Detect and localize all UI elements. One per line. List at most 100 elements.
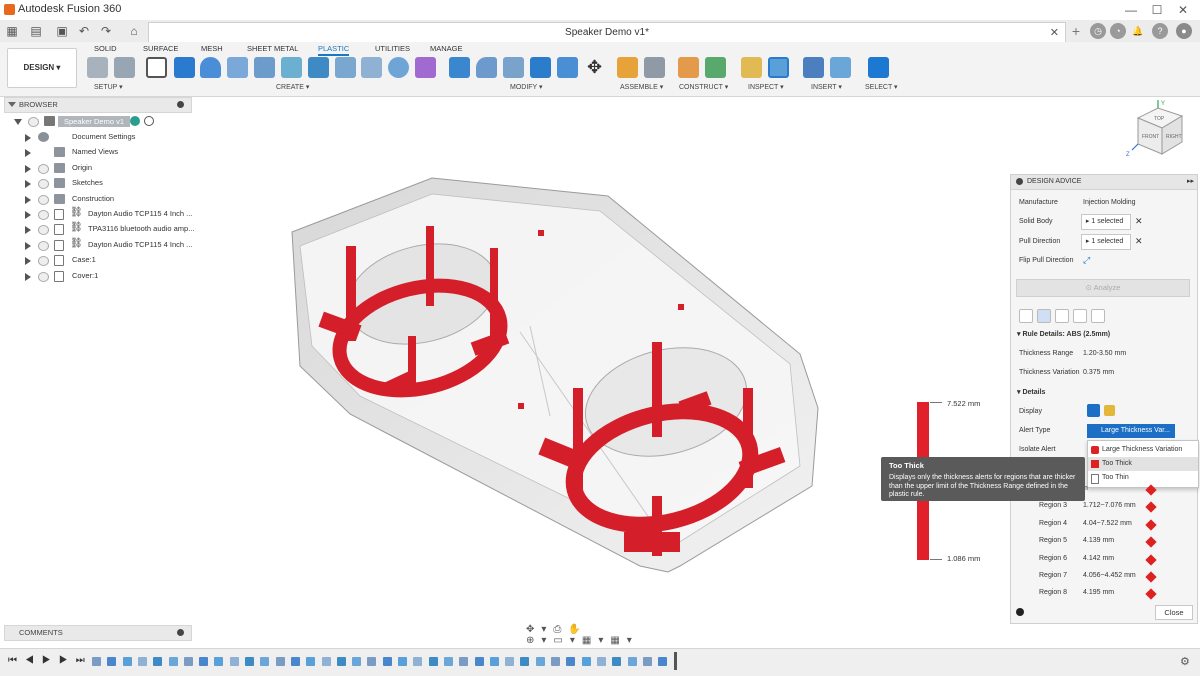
browser-item[interactable]: Cover:1 [0, 269, 200, 284]
timeline-feature-icon[interactable] [229, 657, 239, 666]
flip-icon[interactable]: ⤢ [1083, 255, 1090, 266]
region-name[interactable]: Region 8 [1039, 589, 1067, 596]
help-icon[interactable]: ? [1152, 23, 1168, 39]
alert-type-select[interactable]: Large Thickness Var... ▾ [1087, 424, 1175, 448]
plastic-rules-icon[interactable] [87, 57, 108, 78]
sweep-icon[interactable] [227, 57, 248, 78]
timeline-feature-icon[interactable] [612, 657, 622, 666]
file-icon[interactable]: ▤ [28, 23, 44, 39]
pin-icon[interactable] [1016, 178, 1023, 185]
info-icon[interactable] [1016, 608, 1024, 616]
alert-icon[interactable] [1145, 588, 1157, 601]
timeline-feature-icon[interactable] [245, 657, 254, 666]
group-setup[interactable]: SETUP ▾ [94, 83, 123, 91]
close-window-icon[interactable]: ✕ [1170, 2, 1196, 18]
timeline-feature-icon[interactable] [581, 657, 591, 666]
undercut-tab-icon[interactable] [1073, 309, 1087, 323]
tab-surface[interactable]: SURFACE [143, 44, 178, 53]
eye-icon[interactable] [38, 163, 49, 174]
region-name[interactable]: Region 3 [1039, 502, 1067, 509]
timeline-feature-icon[interactable] [290, 657, 300, 666]
group-modify[interactable]: MODIFY ▾ [510, 83, 543, 91]
group-select[interactable]: SELECT ▾ [865, 83, 898, 91]
combine-icon[interactable] [530, 57, 551, 78]
timeline-feature-icon[interactable] [459, 657, 469, 666]
navigation-bar[interactable]: ✥▾⎙✋⊕▾▭▾▦▾▦▾ [526, 624, 676, 646]
timeline-feature-icon[interactable] [306, 657, 316, 666]
tab-plastic[interactable]: PLASTIC [318, 44, 350, 56]
extrude-icon[interactable] [174, 57, 195, 78]
timeline-settings-icon[interactable]: ⚙ [1180, 655, 1190, 668]
tab-mesh[interactable]: MESH [201, 44, 223, 53]
insert-image-icon[interactable] [830, 57, 851, 78]
measure-icon[interactable] [741, 57, 762, 78]
timeline-feature-icon[interactable] [428, 657, 438, 666]
maximize-icon[interactable]: ☐ [1144, 2, 1170, 18]
timeline-feature-icon[interactable] [474, 657, 484, 666]
rules-tab-icon[interactable] [1091, 309, 1105, 323]
extensions-icon[interactable]: ◷ [1090, 23, 1106, 39]
timeline-feature-icon[interactable] [413, 657, 423, 666]
region-name[interactable]: Region 5 [1039, 537, 1067, 544]
timeline-feature-icon[interactable] [398, 657, 407, 666]
alert-icon[interactable] [1145, 571, 1157, 583]
timeline-feature-icon[interactable] [367, 657, 377, 666]
timeline-feature-icon[interactable] [92, 657, 101, 666]
timeline-feature-icon[interactable] [183, 657, 193, 666]
list-tab-icon[interactable] [1019, 309, 1033, 323]
solid-body-selector[interactable]: ▸ 1 selected [1081, 214, 1131, 230]
browser-item[interactable]: Origin [0, 161, 200, 176]
timeline-feature-icon[interactable] [382, 657, 392, 666]
timeline-feature-icon[interactable] [260, 657, 270, 666]
split-icon[interactable] [557, 57, 578, 78]
offset-plane-icon[interactable] [678, 57, 699, 78]
document-tab[interactable]: Speaker Demo v1* ✕ [148, 22, 1066, 43]
insert-icon[interactable] [803, 57, 824, 78]
material-icon[interactable] [114, 57, 135, 78]
press-pull-icon[interactable] [449, 57, 470, 78]
timeline-feature-icon[interactable] [122, 657, 132, 666]
comments-panel[interactable]: COMMENTS [4, 625, 192, 641]
avatar[interactable]: ● [1176, 23, 1192, 39]
group-assemble[interactable]: ASSEMBLE ▾ [620, 83, 663, 91]
alert-icon[interactable] [1145, 536, 1157, 548]
grid-menu-icon[interactable]: ▦ [4, 23, 20, 39]
timeline-feature-icon[interactable] [551, 657, 560, 666]
snap-fit-icon[interactable] [335, 57, 356, 78]
activate-icon[interactable] [144, 116, 154, 126]
timeline-feature-icon[interactable] [489, 657, 499, 666]
option-too-thick[interactable]: Too Thick [1088, 457, 1198, 471]
analyze-button[interactable]: ⊙ Analyze [1016, 279, 1190, 297]
eye-icon[interactable] [38, 194, 49, 205]
timeline-feature-icon[interactable] [137, 657, 147, 666]
undo-icon[interactable]: ↶ [76, 23, 92, 39]
rib-icon[interactable] [281, 57, 302, 78]
revolve-icon[interactable] [200, 57, 221, 78]
panel-header[interactable]: DESIGN ADVICE ▸▸ [1011, 175, 1197, 190]
timeline-feature-icon[interactable] [627, 657, 637, 666]
browser-item[interactable]: ⛓ Dayton Audio TCP115 4 Inch ... [0, 207, 200, 222]
tab-sheet-metal[interactable]: SHEET METAL [247, 44, 298, 53]
alert-icon[interactable] [1145, 501, 1157, 514]
timeline-feature-icon[interactable] [214, 657, 224, 666]
timeline-feature-icon[interactable] [596, 657, 606, 666]
region-name[interactable]: Region 4 [1039, 520, 1067, 527]
eye-icon[interactable] [38, 225, 49, 236]
timeline-feature-icon[interactable] [321, 657, 331, 666]
create-more-icon[interactable] [415, 57, 436, 78]
chamfer-icon[interactable] [503, 57, 524, 78]
viewcube[interactable]: TOP FRONT RIGHT Y Z [1124, 100, 1194, 160]
browser-item[interactable]: Named Views [0, 145, 200, 160]
close-tab-icon[interactable]: ✕ [1050, 26, 1059, 39]
browser-header[interactable]: BROWSER [4, 97, 192, 113]
timeline-feature-icon[interactable] [443, 657, 453, 666]
eye-icon[interactable] [38, 210, 49, 220]
eye-icon[interactable] [38, 271, 49, 282]
timeline-feature-icon[interactable] [658, 657, 668, 666]
fillet-icon[interactable] [476, 57, 497, 78]
timeline-feature-icon[interactable] [352, 657, 362, 666]
pattern-icon[interactable] [388, 57, 409, 78]
browser-item[interactable]: Sketches [0, 176, 200, 191]
timeline-feature-icon[interactable] [107, 657, 117, 666]
move-icon[interactable]: ✥ [584, 57, 605, 78]
